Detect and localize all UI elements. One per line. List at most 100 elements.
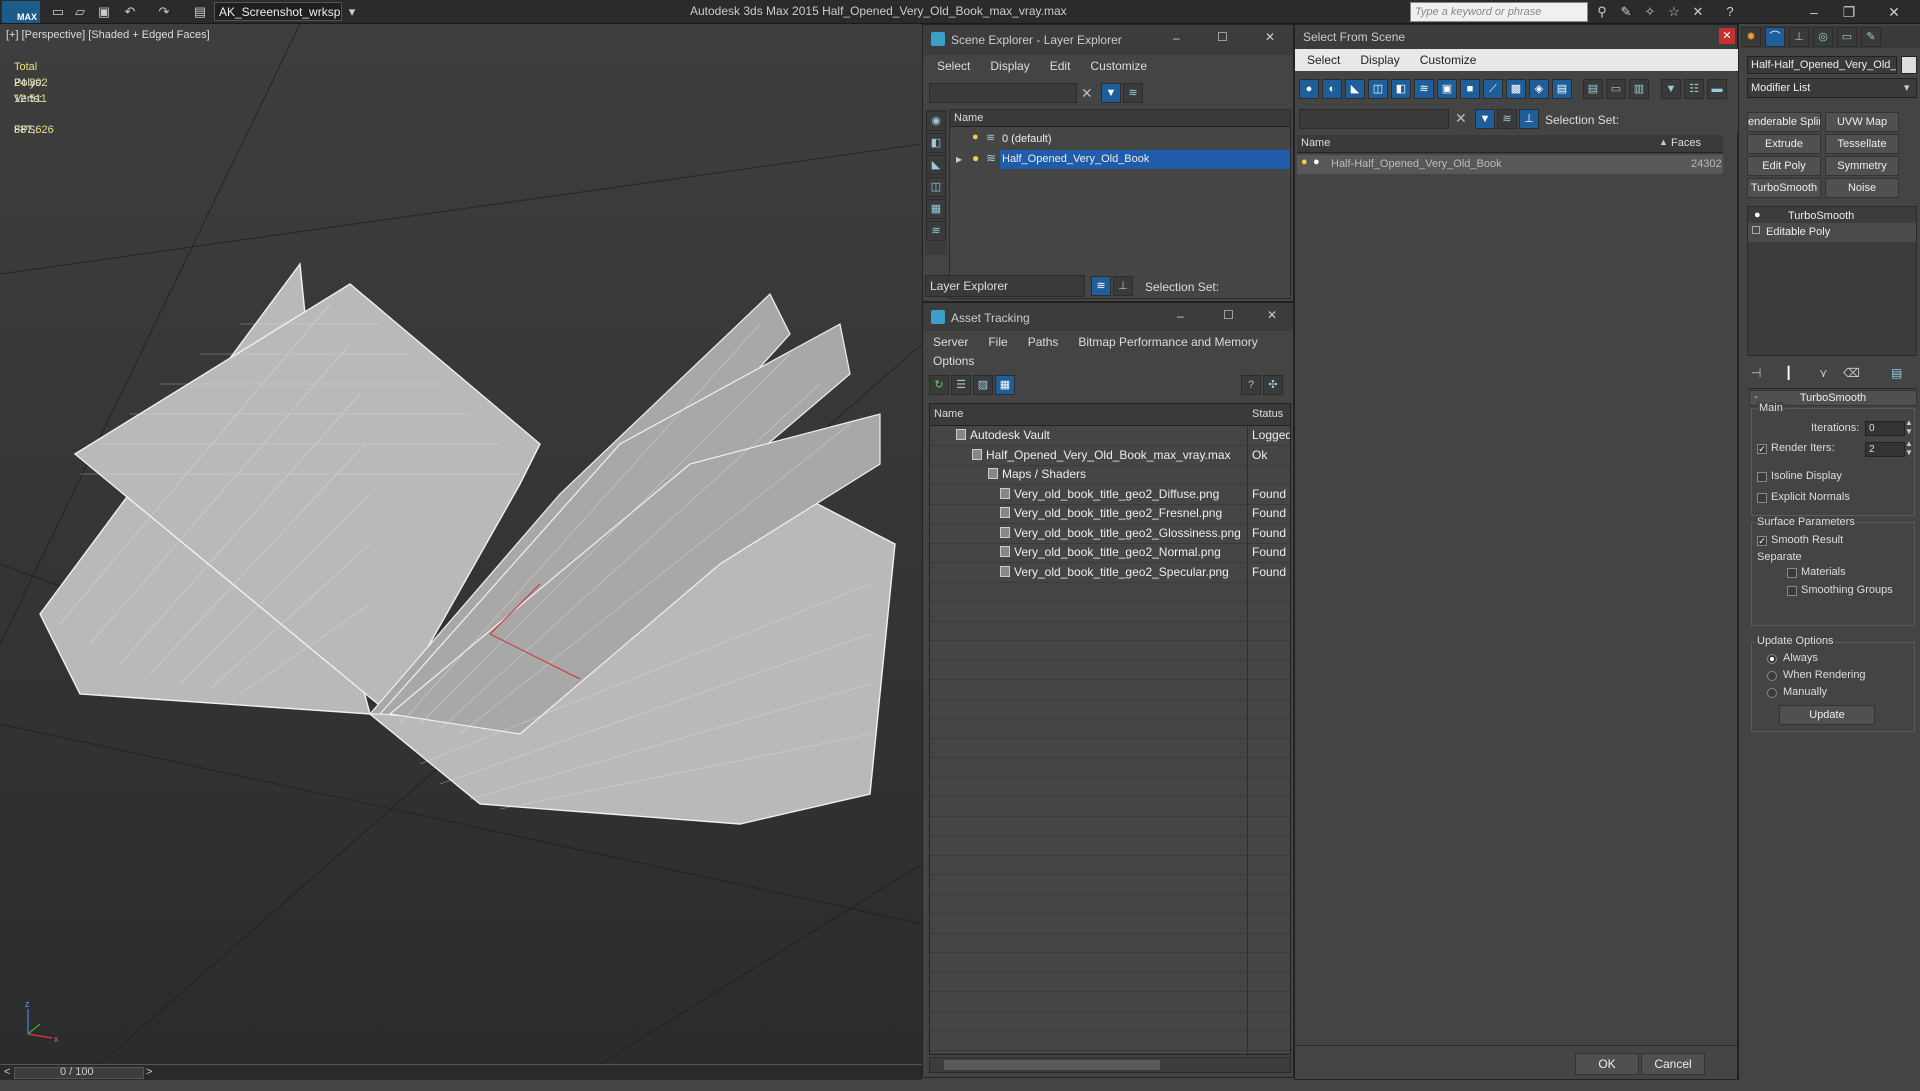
asset-row[interactable]: Maps / Shaders (930, 465, 1290, 484)
menu-display[interactable]: Display (1350, 53, 1409, 67)
display-groups-icon[interactable]: ▣ (1437, 79, 1457, 99)
expand-icon[interactable] (1752, 226, 1760, 234)
filter-list-icon[interactable]: ☷ (1684, 79, 1704, 99)
display-helpers-icon[interactable]: ≋ (926, 221, 946, 241)
remove-modifier-icon[interactable]: ⌫ (1843, 366, 1860, 380)
settings-icon[interactable]: ✣ (1263, 375, 1283, 395)
menu-server[interactable]: Server (923, 335, 978, 349)
pin-stack-icon[interactable]: ⊣ (1751, 366, 1761, 380)
workspace-dropdown[interactable]: AK_Screenshot_wrksp (214, 2, 342, 21)
binoculars-icon[interactable]: ⚲ (1594, 4, 1610, 20)
timeline-next-button[interactable]: > (146, 1066, 152, 1078)
turbosmooth-button[interactable]: TurboSmooth (1747, 178, 1821, 198)
motion-tab-icon[interactable]: ◎ (1813, 27, 1833, 47)
app-logo[interactable]: MAX (2, 1, 40, 23)
lightbulb-icon[interactable]: ● (972, 131, 979, 143)
hierarchy-icon[interactable]: ⊥ (1519, 109, 1539, 129)
chevron-down-icon[interactable]: ▾ (344, 4, 360, 20)
asset-row[interactable]: Very_old_book_title_geo2_Normal.png Found (930, 543, 1290, 562)
display-tab-icon[interactable]: ▭ (1837, 27, 1857, 47)
menu-select[interactable]: Select (1297, 53, 1350, 67)
redo-icon[interactable]: ↷ (156, 4, 172, 20)
isoline-display-checkbox[interactable] (1757, 472, 1767, 482)
configure-modifier-sets-icon[interactable]: ▤ (1891, 366, 1902, 380)
exchange-icon[interactable]: ✕ (1690, 4, 1706, 20)
when-rendering-radio[interactable] (1767, 671, 1777, 681)
make-unique-icon[interactable]: ⋎ (1819, 366, 1828, 380)
render-iters-spinner[interactable]: 2 (1865, 442, 1905, 457)
materials-checkbox[interactable] (1787, 568, 1797, 578)
menu-options[interactable]: Options (923, 354, 984, 368)
select-invert-icon[interactable]: ▥ (1629, 79, 1649, 99)
maximize-icon[interactable]: ☐ (1217, 30, 1228, 44)
hierarchy-tab-icon[interactable]: ⊥ (1789, 27, 1809, 47)
horizontal-scrollbar[interactable] (929, 1057, 1291, 1073)
cancel-button[interactable]: Cancel (1641, 1053, 1705, 1075)
menu-edit[interactable]: Edit (1040, 59, 1081, 73)
display-spacewarps-icon[interactable]: ≋ (1414, 79, 1434, 99)
explorer-type-dropdown[interactable]: Layer Explorer (925, 275, 1085, 297)
select-all-icon[interactable]: ▤ (1583, 79, 1603, 99)
grid-icon[interactable]: ▦ (995, 375, 1015, 395)
filter-icon[interactable]: ▼ (1475, 109, 1495, 129)
lightbulb-icon[interactable]: ● (1754, 209, 1761, 221)
noise-button[interactable]: Noise (1825, 178, 1899, 198)
display-cameras-icon[interactable]: ▦ (926, 199, 946, 219)
lightbulb-icon[interactable]: ● (972, 151, 979, 165)
display-containers-icon[interactable]: ▩ (1506, 79, 1526, 99)
thumbnail-icon[interactable]: ▨ (973, 375, 993, 395)
open-file-icon[interactable]: ▱ (72, 4, 88, 20)
layer-icon[interactable]: ≋ (1123, 83, 1143, 103)
extrude-button[interactable]: Extrude (1747, 134, 1821, 154)
modifier-list-dropdown[interactable]: Modifier List ▾ (1747, 78, 1917, 98)
menu-select[interactable]: Select (927, 59, 980, 73)
select-from-scene-titlebar[interactable]: Select From Scene ✕ (1295, 25, 1737, 49)
menu-file[interactable]: File (978, 335, 1017, 349)
clear-search-icon[interactable]: ✕ (1455, 110, 1467, 127)
display-helpers-icon[interactable]: ◧ (1391, 79, 1411, 99)
asset-row[interactable]: Half_Opened_Very_Old_Book_max_vray.max Ok (930, 446, 1290, 465)
menu-customize[interactable]: Customize (1410, 53, 1487, 67)
menu-display[interactable]: Display (980, 59, 1039, 73)
object-name-field[interactable]: Half-Half_Opened_Very_Old_ (1747, 56, 1897, 74)
utilities-tab-icon[interactable]: ✎ (1861, 27, 1881, 47)
minimize-icon[interactable]: – (1173, 31, 1180, 45)
help-icon[interactable]: ? (1241, 375, 1261, 395)
minimize-icon[interactable]: – (1800, 2, 1828, 22)
asset-row[interactable]: Very_old_book_title_geo2_Specular.png Fou… (930, 563, 1290, 582)
display-lights-icon[interactable]: ◫ (926, 177, 946, 197)
display-shapes-icon[interactable]: ◣ (926, 155, 946, 175)
create-tab-icon[interactable]: ✸ (1741, 27, 1761, 47)
close-icon[interactable]: ✕ (1267, 308, 1277, 322)
tessellate-button[interactable]: Tessellate (1825, 134, 1899, 154)
asset-row[interactable]: Very_old_book_title_geo2_Glossiness.png F… (930, 524, 1290, 543)
find-input[interactable] (1299, 109, 1449, 129)
expand-arrow-icon[interactable]: ▸ (956, 152, 962, 166)
filter-icon[interactable]: ▼ (1661, 79, 1681, 99)
hierarchy-icon[interactable]: ⊥ (1113, 276, 1133, 296)
display-bones-icon[interactable]: ⟋ (1483, 79, 1503, 99)
display-hidden-icon[interactable]: ▤ (1552, 79, 1572, 99)
layer-explorer-icon[interactable]: ≋ (1091, 276, 1111, 296)
undo-icon[interactable]: ↶ (122, 4, 138, 20)
display-lights-icon[interactable]: ◣ (1345, 79, 1365, 99)
search-input[interactable]: Type a keyword or phrase (1410, 2, 1588, 22)
time-slider[interactable]: < 0 / 100 > (0, 1064, 922, 1080)
perspective-viewport[interactable]: z x [+] [Perspective] [Shaded + Edged Fa… (0, 24, 922, 1064)
edit-poly-button[interactable]: Edit Poly (1747, 156, 1821, 176)
explicit-normals-checkbox[interactable] (1757, 493, 1767, 503)
star-icon[interactable]: ☆ (1666, 4, 1682, 20)
spinner-arrows-icon[interactable]: ▲ ▼ (1905, 418, 1913, 436)
layer-icon[interactable]: ≋ (1497, 109, 1517, 129)
manually-radio[interactable] (1767, 688, 1777, 698)
smooth-result-checkbox[interactable]: ✓ (1757, 536, 1767, 546)
collapse-icon[interactable]: ▬ (1707, 79, 1727, 99)
asset-row[interactable]: Autodesk Vault Logged (930, 426, 1290, 445)
always-radio[interactable] (1767, 654, 1777, 664)
uvw-map-button[interactable]: UVW Map (1825, 112, 1899, 132)
column-header-name[interactable]: Name (930, 404, 1248, 426)
display-geometry-icon[interactable]: ● (1299, 79, 1319, 99)
display-geometry-icon[interactable]: ◧ (926, 133, 946, 153)
select-none-icon[interactable]: ▭ (1606, 79, 1626, 99)
symmetry-button[interactable]: Symmetry (1825, 156, 1899, 176)
